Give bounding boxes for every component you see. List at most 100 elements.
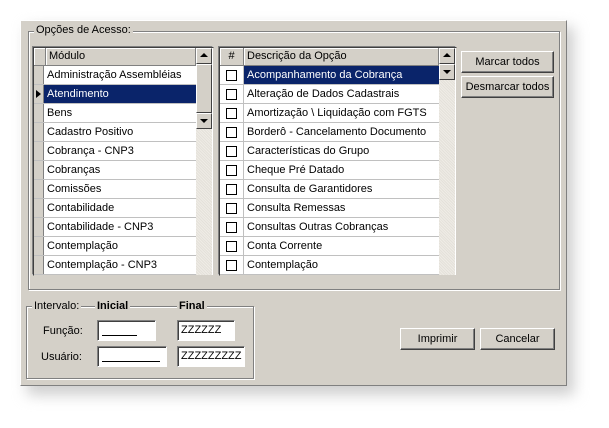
description-column-header[interactable]: Descrição da Opção [244,48,439,65]
cancel-button[interactable]: Cancelar [480,328,555,350]
option-grid-scrollbar[interactable] [439,48,455,275]
option-description: Conta Corrente [247,240,323,252]
module-name: Contemplação [47,240,118,252]
option-checkbox-cell [220,256,244,274]
module-column-header[interactable]: Módulo [46,48,196,65]
module-name: Cadastro Positivo [47,126,134,138]
option-checkbox[interactable] [226,145,237,157]
option-checkbox-cell [220,85,244,103]
module-row[interactable]: Contemplação [34,237,196,256]
module-row[interactable]: Cobrança - CNP3 [34,142,196,161]
module-row[interactable]: Bens [34,104,196,123]
row-indicator [34,123,44,141]
row-indicator [34,218,44,236]
interval-legend: Intervalo: [32,300,82,314]
module-name: Cobranças [47,164,101,176]
option-description: Cheque Pré Datado [247,164,345,176]
option-checkbox-cell [220,180,244,198]
module-rows: Administração Assembléias Atendimento Bens… [34,66,196,275]
option-checkbox-cell [220,199,244,217]
module-name: Administração Assembléias [47,69,182,81]
option-checkbox[interactable] [226,202,237,214]
option-row[interactable]: Amortização \ Liquidação com FGTS [220,104,439,123]
module-name: Comissões [47,183,102,195]
module-grid[interactable]: Módulo Administração Assembléias Atendime… [32,46,214,276]
module-row[interactable]: Cadastro Positivo [34,123,196,142]
option-description: Amortização \ Liquidação com FGTS [247,107,427,119]
option-checkbox[interactable] [226,164,237,176]
module-name: Bens [47,107,73,119]
module-name: Contabilidade [47,202,115,214]
row-indicator [34,161,44,179]
option-checkbox[interactable] [226,259,237,271]
option-row[interactable]: Consultas Outras Cobranças [220,218,439,237]
module-row[interactable]: Administração Assembléias [34,66,196,85]
option-description: Consulta de Garantidores [247,183,373,195]
option-checkbox-cell [220,104,244,122]
module-name: Cobrança - CNP3 [47,145,134,157]
option-grid-header: # Descrição da Opção [220,48,439,66]
row-indicator [34,66,44,84]
module-row[interactable]: Atendimento [34,85,196,104]
option-checkbox[interactable] [226,126,237,138]
option-grid[interactable]: # Descrição da Opção Acompanhamento da C… [218,46,457,276]
option-checkbox[interactable] [226,107,237,119]
module-scroll-thumb[interactable] [196,64,212,113]
option-checkbox-cell [220,237,244,255]
option-row[interactable]: Borderô - Cancelamento Documento [220,123,439,142]
module-scroll-down-icon[interactable] [196,113,212,129]
option-checkbox-cell [220,142,244,160]
unmark-all-button[interactable]: Desmarcar todos [461,76,554,98]
user-label: Usuário: [41,351,82,363]
option-row[interactable]: Consulta de Garantidores [220,180,439,199]
option-row[interactable]: Alteração de Dados Cadastrais [220,85,439,104]
module-grid-indicator-header [34,48,46,65]
module-name: Atendimento [44,85,196,103]
user-final-input[interactable]: ZZZZZZZZZ [177,346,245,367]
option-checkbox[interactable] [226,183,237,195]
option-row[interactable]: Acompanhamento da Cobrança [220,66,439,85]
function-initial-caret [102,335,137,336]
option-checkbox[interactable] [226,240,237,252]
option-scroll-up-icon[interactable] [439,48,455,64]
module-name: Contemplação - CNP3 [47,259,158,271]
check-column-header[interactable]: # [220,48,244,65]
option-checkbox[interactable] [226,88,237,100]
option-description: Consultas Outras Cobranças [247,221,389,233]
module-row[interactable]: Contemplação - CNP3 [34,256,196,275]
module-row[interactable]: Contabilidade - CNP3 [34,218,196,237]
module-grid-scrollbar[interactable] [196,48,212,275]
row-indicator [34,142,44,160]
access-options-legend: Opções de Acesso: [34,24,133,38]
module-row[interactable]: Comissões [34,180,196,199]
final-column-label: Final [177,300,207,314]
user-initial-caret [102,361,160,362]
option-description: Alteração de Dados Cadastrais [247,88,400,100]
row-pointer-icon [34,85,44,103]
option-checkbox-cell [220,123,244,141]
module-row[interactable]: Cobranças [34,161,196,180]
print-button[interactable]: Imprimir [400,328,475,350]
initial-column-label: Inicial [95,300,131,314]
option-row[interactable]: Características do Grupo [220,142,439,161]
row-indicator [34,256,44,274]
user-initial-input[interactable] [97,346,167,367]
option-checkbox[interactable] [226,69,237,81]
option-row[interactable]: Contemplação [220,256,439,275]
row-indicator [34,237,44,255]
option-row[interactable]: Consulta Remessas [220,199,439,218]
option-checkbox-cell [220,161,244,179]
interval-group [26,306,254,379]
option-row[interactable]: Conta Corrente [220,237,439,256]
module-scroll-up-icon[interactable] [196,48,212,64]
row-indicator [34,180,44,198]
option-checkbox[interactable] [226,221,237,233]
mark-all-button[interactable]: Marcar todos [461,51,554,73]
function-initial-input[interactable] [97,320,156,341]
option-description: Borderô - Cancelamento Documento [247,126,427,138]
option-row[interactable]: Cheque Pré Datado [220,161,439,180]
option-scroll-down-icon[interactable] [439,64,455,80]
function-final-input[interactable]: ZZZZZZ [177,320,235,341]
option-checkbox-cell [220,66,244,84]
module-row[interactable]: Contabilidade [34,199,196,218]
